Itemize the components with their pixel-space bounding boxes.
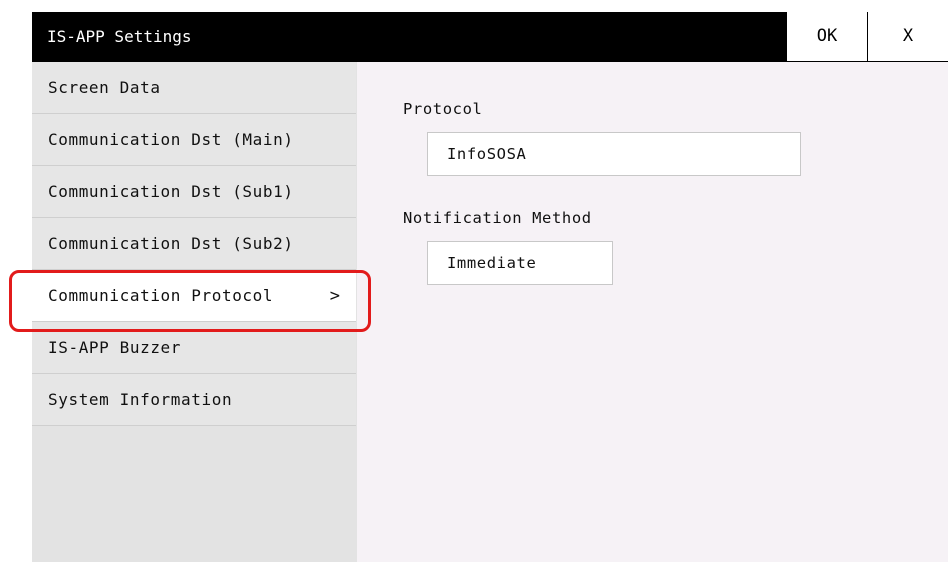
close-button[interactable]: X [867, 12, 948, 62]
sidebar-item-label: System Information [48, 390, 233, 409]
sidebar-item-label: Communication Protocol [48, 286, 274, 305]
chevron-right-icon: > [329, 286, 340, 306]
sidebar-item-communication-protocol[interactable]: Communication Protocol > [32, 270, 356, 322]
protocol-field[interactable]: InfoSOSA [427, 132, 801, 176]
sidebar-item-is-app-buzzer[interactable]: IS-APP Buzzer [32, 322, 356, 374]
notification-method-value: Immediate [447, 254, 537, 272]
settings-window: IS-APP Settings OK X Screen Data Communi… [32, 12, 948, 562]
sidebar-item-label: Communication Dst (Sub2) [48, 234, 294, 253]
sidebar-item-label: Screen Data [48, 78, 161, 97]
sidebar-item-label: Communication Dst (Sub1) [48, 182, 294, 201]
ok-button[interactable]: OK [786, 12, 867, 62]
sidebar-item-label: Communication Dst (Main) [48, 130, 294, 149]
notification-method-field[interactable]: Immediate [427, 241, 613, 285]
sidebar-item-system-information[interactable]: System Information [32, 374, 356, 426]
sidebar-item-label: IS-APP Buzzer [48, 338, 182, 357]
window-title: IS-APP Settings [47, 27, 192, 46]
title-bar: IS-APP Settings OK X [32, 12, 948, 62]
sidebar-item-screen-data[interactable]: Screen Data [32, 62, 356, 114]
sidebar-item-communication-dst-sub1[interactable]: Communication Dst (Sub1) [32, 166, 356, 218]
protocol-label: Protocol [403, 100, 483, 118]
sidebar-item-communication-dst-sub2[interactable]: Communication Dst (Sub2) [32, 218, 356, 270]
settings-sidebar: Screen Data Communication Dst (Main) Com… [32, 62, 357, 562]
notification-method-label: Notification Method [403, 209, 592, 227]
settings-content: Protocol InfoSOSA Notification Method Im… [357, 62, 948, 562]
sidebar-item-communication-dst-main[interactable]: Communication Dst (Main) [32, 114, 356, 166]
protocol-value: InfoSOSA [447, 145, 527, 163]
